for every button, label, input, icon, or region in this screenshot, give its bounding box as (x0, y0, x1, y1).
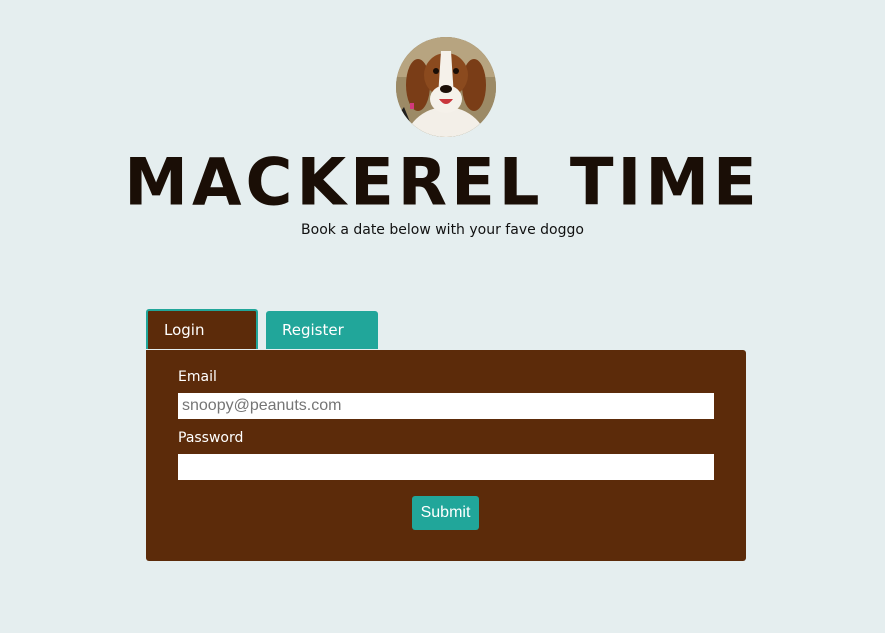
submit-button[interactable]: Submit (412, 496, 479, 530)
tab-login[interactable]: Login (146, 309, 258, 349)
beagle-illustration (396, 37, 496, 137)
login-form-panel: Email Password Submit (146, 350, 746, 561)
email-field[interactable] (178, 393, 714, 419)
tab-register[interactable]: Register (266, 311, 378, 349)
page: MACKEREL TIME Book a date below with you… (0, 0, 885, 633)
tagline: Book a date below with your fave doggo (301, 222, 584, 238)
password-field[interactable] (178, 454, 714, 480)
password-label: Password (178, 430, 244, 446)
site-title: MACKEREL TIME (124, 145, 761, 221)
email-label: Email (178, 369, 217, 385)
dog-avatar (396, 37, 496, 137)
